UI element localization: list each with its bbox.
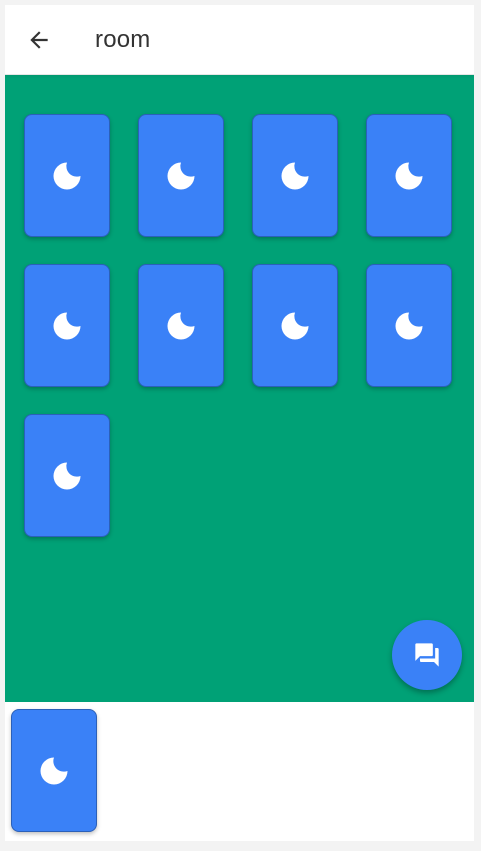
- table-card[interactable]: [138, 264, 224, 387]
- table-card[interactable]: [366, 264, 452, 387]
- table-card[interactable]: [252, 114, 338, 237]
- table-card[interactable]: [366, 114, 452, 237]
- table-card[interactable]: [24, 114, 110, 237]
- page-title: room: [95, 26, 151, 53]
- app-window: room: [5, 5, 474, 841]
- card-table: [5, 75, 474, 702]
- table-card[interactable]: [252, 264, 338, 387]
- chat-icon: [415, 643, 439, 667]
- moon-icon: [281, 162, 309, 189]
- back-button[interactable]: [23, 24, 55, 56]
- arrow-left-icon: [30, 31, 48, 49]
- moon-icon: [395, 312, 423, 339]
- table-card[interactable]: [24, 264, 110, 387]
- table-card[interactable]: [138, 114, 224, 237]
- table-card[interactable]: [24, 414, 110, 537]
- moon-icon: [395, 162, 423, 189]
- hand-card[interactable]: [11, 709, 97, 832]
- moon-icon: [53, 162, 81, 189]
- chat-button[interactable]: [392, 620, 462, 690]
- moon-icon: [167, 162, 195, 189]
- moon-icon: [167, 312, 195, 339]
- moon-icon: [53, 312, 81, 339]
- moon-icon: [40, 757, 68, 784]
- moon-icon: [281, 312, 309, 339]
- app-bar: room: [5, 5, 474, 75]
- moon-icon: [53, 462, 81, 489]
- player-hand: [5, 702, 474, 841]
